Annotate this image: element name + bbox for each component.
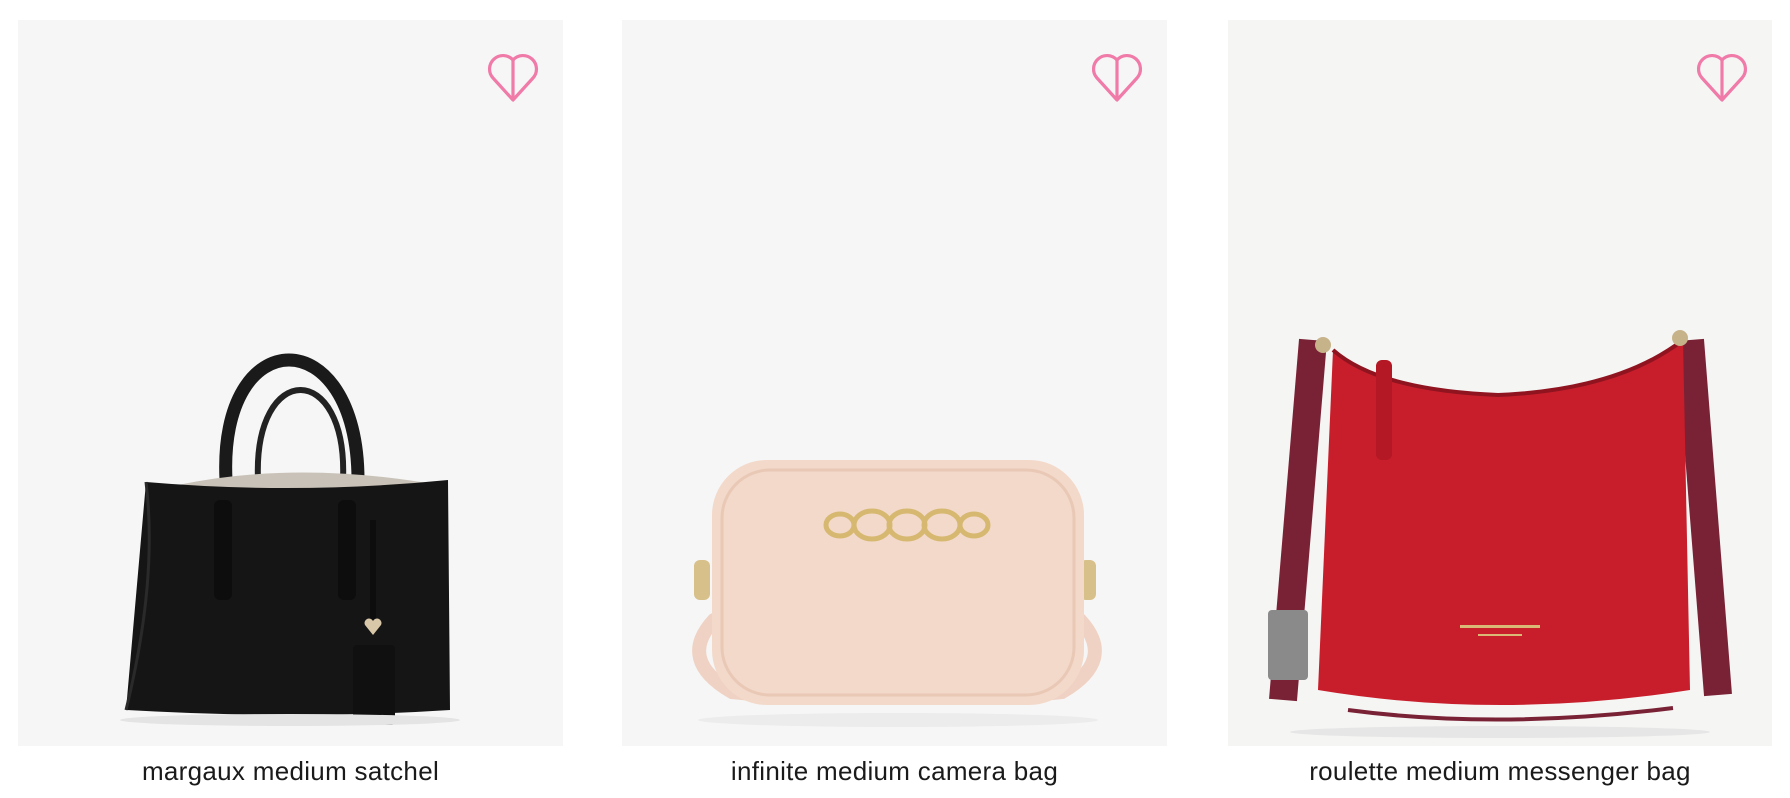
red-messenger-bag-image bbox=[1268, 330, 1732, 738]
product-card[interactable]: roulette medium messenger bag bbox=[1228, 20, 1772, 788]
product-name[interactable]: roulette medium messenger bag bbox=[1228, 754, 1772, 788]
wishlist-heart-icon[interactable] bbox=[485, 50, 541, 106]
product-card[interactable]: infinite medium camera bag bbox=[622, 20, 1167, 788]
product-card[interactable]: margaux medium satchel bbox=[18, 20, 563, 788]
black-satchel-image bbox=[120, 353, 460, 726]
product-image[interactable] bbox=[1228, 20, 1772, 746]
product-image[interactable] bbox=[622, 20, 1167, 746]
product-name[interactable]: infinite medium camera bag bbox=[622, 754, 1167, 788]
product-name[interactable]: margaux medium satchel bbox=[18, 754, 563, 788]
product-image[interactable] bbox=[18, 20, 563, 746]
product-grid: margaux medium satchel infinite medium c… bbox=[0, 0, 1790, 798]
blush-camera-bag-image bbox=[692, 460, 1102, 727]
wishlist-heart-icon[interactable] bbox=[1694, 50, 1750, 106]
wishlist-heart-icon[interactable] bbox=[1089, 50, 1145, 106]
